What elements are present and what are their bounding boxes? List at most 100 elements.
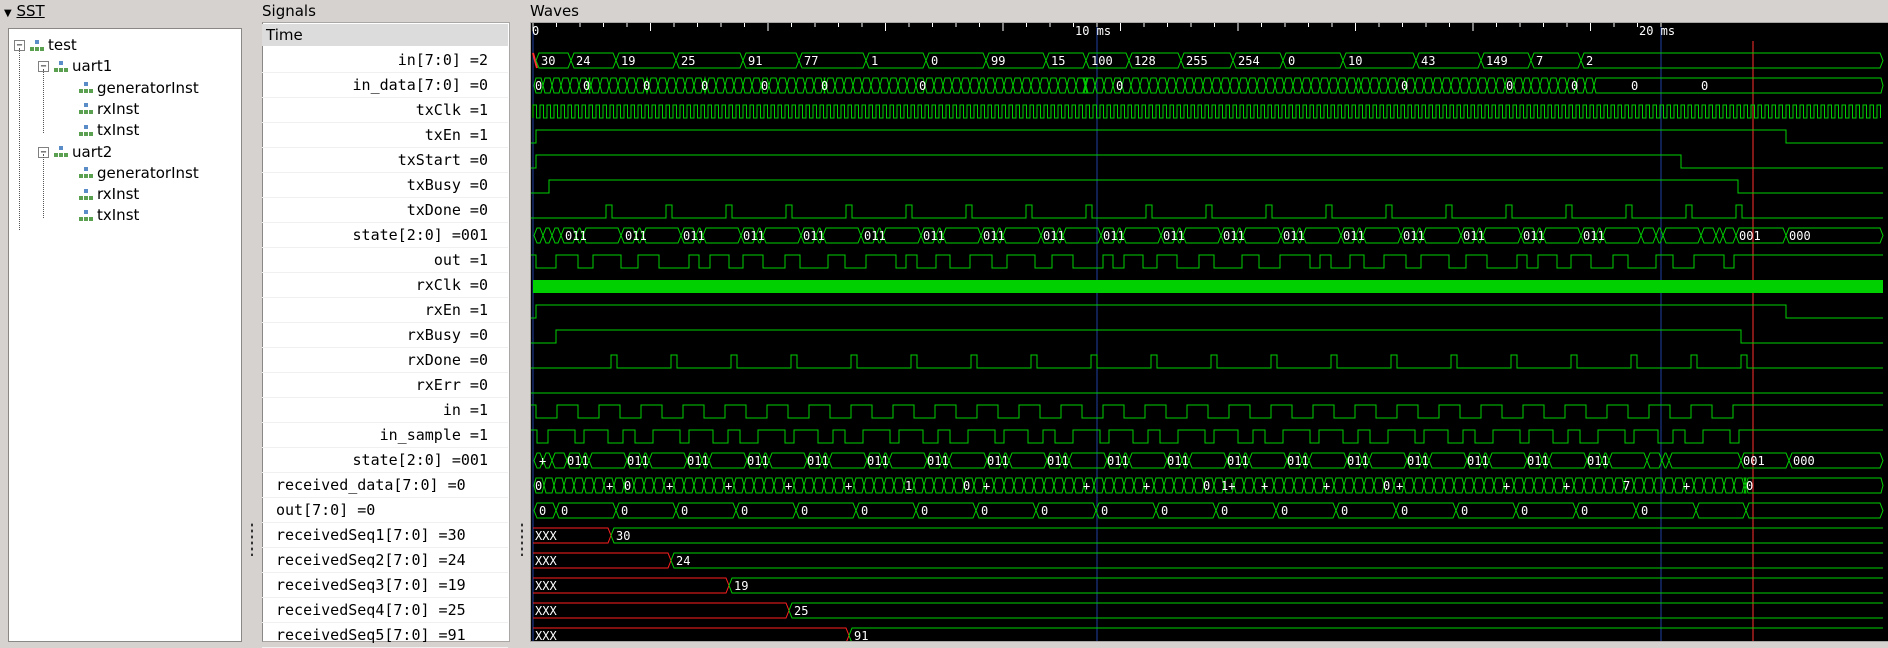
bus-segment [1103, 77, 1114, 94]
bus-segment [593, 477, 605, 494]
signal-row[interactable]: out[7:0] =0 [262, 498, 508, 523]
signal-row[interactable]: rxClk =0 [262, 273, 508, 298]
bus-segment [1513, 77, 1524, 94]
bus-segment [1248, 452, 1288, 469]
bus-value: 011 [1167, 454, 1189, 468]
bus-segment [1075, 77, 1086, 94]
bus-segment [1093, 477, 1105, 494]
signal-row[interactable]: state[2:0] =001 [262, 448, 508, 473]
tree-node-uart1[interactable]: − uart1 [38, 56, 112, 76]
bus-segment [1473, 477, 1485, 494]
bus-segment [1403, 477, 1415, 494]
signal-row[interactable]: txClk =1 [262, 98, 508, 123]
bus-segment [1337, 77, 1348, 94]
signal-row[interactable]: in_data[7:0] =0 [262, 73, 508, 98]
bus-segment [733, 477, 745, 494]
bus-value: 1+ [1221, 479, 1235, 493]
tree-node-rxinst[interactable]: rxInst [62, 184, 139, 204]
waves-canvas[interactable]: 0 10 ms 20 ms 30 24 19 25 91 77 1 0 99 15 100 128 255 25… [530, 22, 1888, 642]
bus-value: 0 [741, 504, 748, 518]
bus-segment [1122, 227, 1162, 244]
signal-row[interactable]: rxErr =0 [262, 373, 508, 398]
bus-value: 001 [1743, 454, 1765, 468]
signal-row[interactable]: in =1 [262, 398, 508, 423]
bus-segment [1233, 477, 1245, 494]
bus-segment [1723, 477, 1735, 494]
bus-segment [643, 477, 655, 494]
bus-segment [1486, 77, 1497, 94]
bus-segment [1663, 477, 1675, 494]
bus-segment [1533, 477, 1545, 494]
bus-segment [1175, 77, 1186, 94]
signal-row[interactable]: receivedSeq4[7:0] =25 [262, 598, 508, 623]
bus-segment [542, 77, 553, 94]
bus-segment [1319, 77, 1330, 94]
bus-segment [743, 477, 755, 494]
signal-row[interactable]: receivedSeq1[7:0] =30 [262, 523, 508, 548]
signal-row[interactable]: rxBusy =0 [262, 323, 508, 348]
bus-segment [1023, 477, 1035, 494]
bus-segment [1238, 77, 1249, 94]
signal-row[interactable]: rxDone =0 [262, 348, 508, 373]
signal-row[interactable]: receivedSeq2[7:0] =24 [262, 548, 508, 573]
bus-value: 011 [747, 454, 769, 468]
signal-row[interactable]: receivedSeq3[7:0] =19 [262, 573, 508, 598]
bus-value: 43 [1421, 54, 1435, 68]
bus-segment [715, 77, 726, 94]
signals-pane-title: Signals [262, 2, 316, 20]
bus-segment [1522, 77, 1532, 94]
signal-row[interactable]: txEn =1 [262, 123, 508, 148]
tree-node-txinst[interactable]: txInst [62, 205, 139, 225]
signal-row[interactable]: txDone =0 [262, 198, 508, 223]
bus-segment [1603, 477, 1615, 494]
bus-segment [1123, 477, 1135, 494]
signal-row[interactable]: in_sample =1 [262, 423, 508, 448]
bus-segment [813, 477, 825, 494]
sst-pane-title[interactable]: ▼ SST [4, 0, 45, 22]
bus-segment [1643, 477, 1655, 494]
bus-segment [1583, 477, 1595, 494]
waveform-display[interactable]: 0 10 ms 20 ms30 24 19 25 91 77 1 0 99 15 100 128 255 25… [531, 23, 1888, 641]
bus-segment [608, 77, 619, 94]
signal-row[interactable]: rxEn =1 [262, 298, 508, 323]
tree-node-rxinst[interactable]: rxInst [62, 99, 139, 119]
bus-segment [1166, 77, 1177, 94]
collapse-triangle-icon[interactable]: ▼ [4, 8, 12, 19]
tree-node-generatorinst[interactable]: generatorInst [62, 163, 199, 183]
bus-value: 0 [1116, 79, 1123, 93]
bus-value: 0 [561, 504, 568, 518]
signal-row[interactable]: received_data[7:0] =0 [262, 473, 508, 498]
bus-segment [1488, 452, 1528, 469]
signal-row[interactable]: in[7:0] =2 [262, 48, 508, 73]
tree-node-uart2[interactable]: − uart2 [38, 142, 112, 162]
digital-wave [531, 429, 1883, 444]
bus-value: 0 [535, 79, 542, 93]
tree-node-generatorinst[interactable]: generatorInst [62, 78, 199, 98]
splitter-handle-icon[interactable] [520, 522, 524, 556]
bus-value: 011 [1583, 229, 1605, 243]
bus-segment [853, 477, 865, 494]
bus-value: 2 [1586, 54, 1593, 68]
bus-segment [1183, 477, 1195, 494]
signal-row[interactable]: txBusy =0 [262, 173, 508, 198]
tree-node-test[interactable]: − test [14, 35, 77, 55]
splitter-handle-icon[interactable] [250, 522, 254, 556]
tree-node-txinst[interactable]: txInst [62, 120, 139, 140]
bus-value: 0 [801, 504, 808, 518]
bus-segment [960, 77, 971, 94]
signal-row[interactable]: txStart =0 [262, 148, 508, 173]
bus-segment [1633, 477, 1645, 494]
bus-segment [1362, 227, 1402, 244]
tree-node-label: rxInst [97, 185, 140, 204]
signal-row[interactable]: state[2:0] =001 [262, 223, 508, 248]
bus-segment [1414, 77, 1425, 94]
module-icon [79, 209, 93, 221]
bus-value: 000 [1793, 454, 1815, 468]
bus-value: 011 [1343, 229, 1365, 243]
bus-segment [728, 577, 1883, 594]
signal-row[interactable]: receivedSeq5[7:0] =91 [262, 623, 508, 648]
bus-segment [1693, 477, 1705, 494]
bus-value: + [983, 479, 990, 493]
signal-row[interactable]: out =1 [262, 248, 508, 273]
bus-value: 30 [541, 54, 555, 68]
